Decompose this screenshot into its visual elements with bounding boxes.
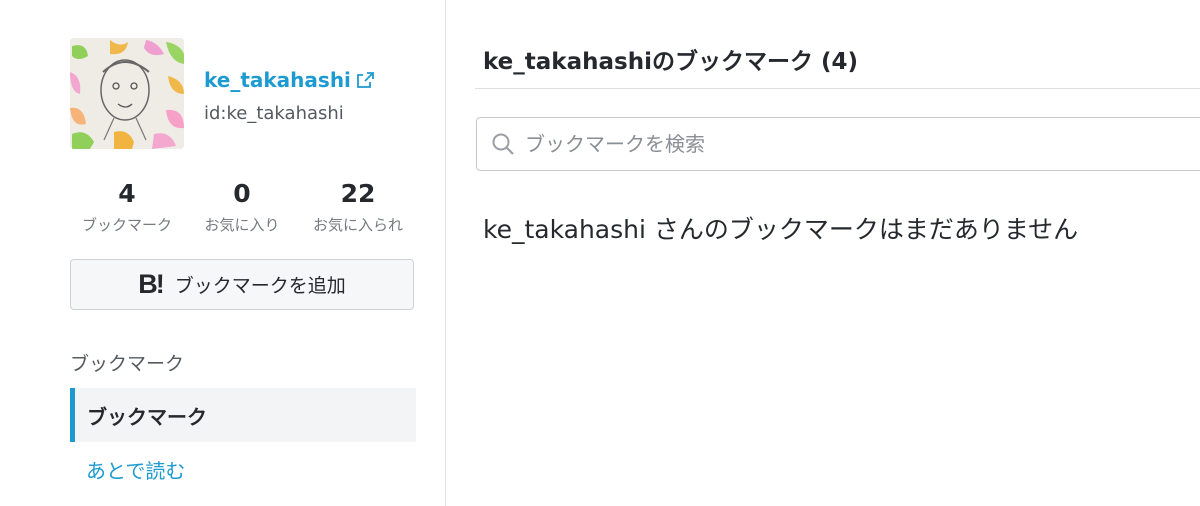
search-input[interactable] [523,131,1200,157]
page-title: ke_takahashiのブックマーク (4) [483,49,858,75]
stat-label: ブックマーク [81,216,172,234]
stat-value: 4 [118,179,136,208]
avatar[interactable] [70,38,184,149]
search-icon [492,133,514,155]
divider [475,88,1200,89]
stat-bookmarks[interactable]: 4 ブックマーク [72,178,182,235]
sidebar-item-label: ブックマーク [87,404,207,429]
profile-id: id:ke_takahashi [204,103,344,124]
stat-label: お気に入り [204,216,280,234]
search-box[interactable] [476,117,1200,171]
sidebar: ke_takahashi id:ke_takahashi 4 ブックマーク 0 … [0,0,446,506]
empty-state-message: ke_takahashi さんのブックマークはまだありません [483,215,1079,244]
stat-value: 22 [340,179,376,208]
sidebar-section-title: ブックマーク [70,353,185,375]
profile-name[interactable]: ke_takahashi [204,68,351,92]
stat-label: お気に入られ [312,216,403,234]
avatar-drawing [70,38,184,149]
stat-favorited-by[interactable]: 22 お気に入られ [303,178,413,235]
external-link-icon [357,71,374,88]
profile-name-link[interactable]: ke_takahashi [204,68,374,92]
stat-favorites[interactable]: 0 お気に入り [187,178,297,235]
hatena-bookmark-icon: B! [138,269,164,299]
sidebar-item-read-later[interactable]: あとで読む [86,455,185,484]
sidebar-item-bookmarks[interactable]: ブックマーク [70,388,416,442]
add-bookmark-button[interactable]: B! ブックマークを追加 [70,259,414,310]
add-bookmark-label: ブックマークを追加 [174,275,346,297]
stat-value: 0 [233,179,251,208]
